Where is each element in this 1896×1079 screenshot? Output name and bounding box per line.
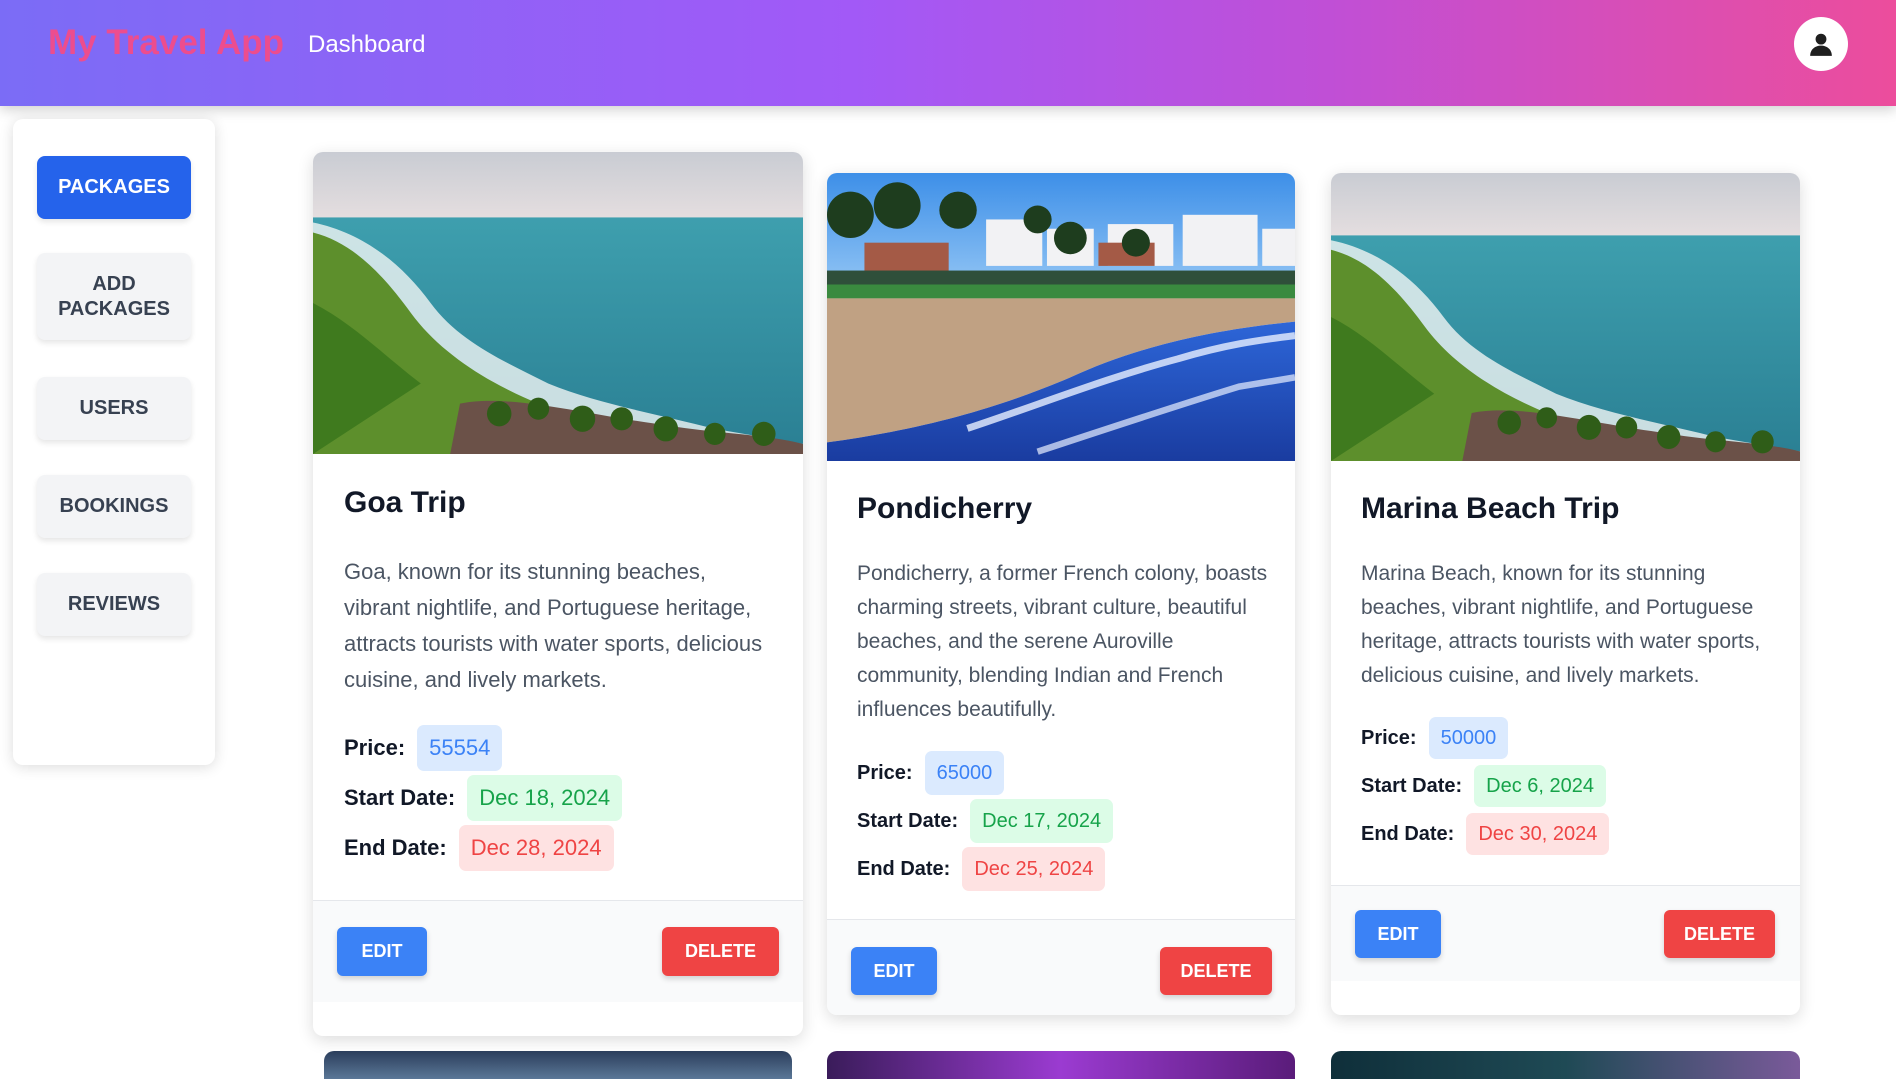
package-image-partial — [827, 1051, 1295, 1079]
user-avatar-button[interactable] — [1794, 17, 1848, 71]
price-row: Price: 65000 — [857, 751, 1005, 795]
package-image — [827, 173, 1295, 461]
price-label: Price: — [344, 735, 406, 760]
app-brand[interactable]: My Travel App — [48, 23, 284, 63]
start-date-badge: Dec 17, 2024 — [970, 799, 1114, 843]
package-card: Goa Trip Goa, known for its stunning bea… — [313, 152, 803, 1036]
end-date-label: End Date: — [857, 857, 951, 880]
top-navbar: My Travel App Dashboard — [0, 0, 1896, 106]
package-image — [313, 152, 803, 454]
start-date-label: Start Date: — [1361, 774, 1463, 797]
end-date-label: End Date: — [344, 835, 447, 860]
edit-button[interactable]: EDIT — [1355, 910, 1441, 958]
delete-button[interactable]: DELETE — [1160, 947, 1272, 995]
card-footer: EDIT DELETE — [827, 919, 1295, 1015]
start-date-badge: Dec 18, 2024 — [467, 775, 623, 821]
price-badge: 55554 — [417, 725, 503, 771]
package-image-partial — [1331, 1051, 1800, 1079]
end-date-row: End Date: Dec 25, 2024 — [857, 847, 1106, 891]
card-footer: EDIT DELETE — [313, 900, 803, 1002]
sidebar-item-reviews[interactable]: REVIEWS — [37, 573, 191, 636]
end-date-row: End Date: Dec 30, 2024 — [1361, 813, 1610, 855]
delete-button[interactable]: DELETE — [662, 927, 779, 976]
price-badge: 65000 — [924, 751, 1005, 795]
sidebar: PACKAGES ADD PACKAGES USERS BOOKINGS REV… — [13, 119, 215, 765]
package-title: Goa Trip — [344, 486, 466, 519]
price-label: Price: — [857, 761, 913, 784]
package-description: Pondicherry, a former French colony, boa… — [857, 562, 1268, 721]
sidebar-item-add-packages[interactable]: ADD PACKAGES — [37, 253, 191, 340]
package-card: Marina Beach Trip Marina Beach, known fo… — [1331, 173, 1800, 1015]
package-title: Pondicherry — [857, 492, 1033, 525]
edit-button[interactable]: EDIT — [337, 927, 427, 976]
package-description: Goa, known for its stunning beaches, vib… — [344, 559, 763, 692]
user-icon — [1810, 33, 1832, 56]
nav-link-dashboard[interactable]: Dashboard — [308, 31, 425, 59]
card-footer: EDIT DELETE — [1331, 885, 1800, 981]
package-title: Marina Beach Trip — [1361, 492, 1620, 525]
end-date-badge: Dec 25, 2024 — [962, 847, 1106, 891]
start-date-badge: Dec 6, 2024 — [1474, 765, 1606, 807]
price-badge: 50000 — [1428, 717, 1509, 759]
edit-button[interactable]: EDIT — [851, 947, 937, 995]
start-date-label: Start Date: — [344, 785, 456, 810]
end-date-row: End Date: Dec 28, 2024 — [344, 825, 614, 871]
sidebar-item-users[interactable]: USERS — [37, 377, 191, 440]
package-description: Marina Beach, known for its stunning bea… — [1361, 562, 1761, 687]
end-date-badge: Dec 30, 2024 — [1466, 813, 1610, 855]
end-date-label: End Date: — [1361, 822, 1455, 845]
end-date-badge: Dec 28, 2024 — [458, 825, 614, 871]
sidebar-item-bookings[interactable]: BOOKINGS — [37, 475, 191, 538]
package-image-partial — [324, 1051, 792, 1079]
price-row: Price: 55554 — [344, 725, 503, 771]
sidebar-item-packages[interactable]: PACKAGES — [37, 156, 191, 219]
delete-button[interactable]: DELETE — [1664, 910, 1775, 958]
start-date-row: Start Date: Dec 17, 2024 — [857, 799, 1114, 843]
price-row: Price: 50000 — [1361, 717, 1509, 759]
start-date-row: Start Date: Dec 18, 2024 — [344, 775, 623, 821]
package-card: Pondicherry Pondicherry, a former French… — [827, 173, 1295, 1015]
start-date-label: Start Date: — [857, 809, 959, 832]
start-date-row: Start Date: Dec 6, 2024 — [1361, 765, 1606, 807]
package-image — [1331, 173, 1800, 461]
price-label: Price: — [1361, 726, 1417, 749]
